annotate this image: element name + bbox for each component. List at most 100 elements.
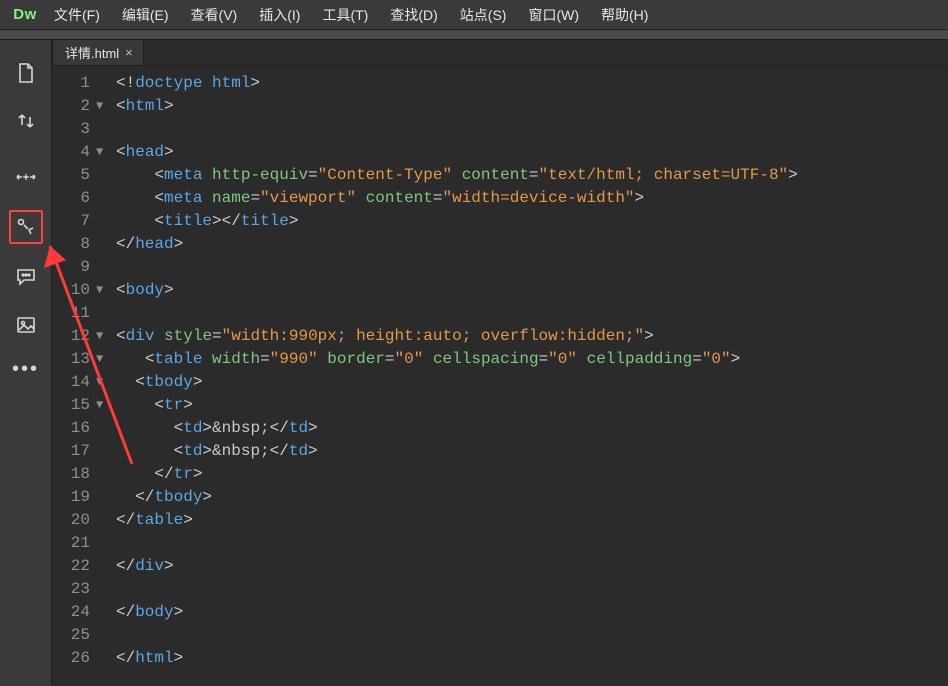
code-editor[interactable]: 1234567891011121314151617181920212223242…	[52, 66, 948, 686]
updown-arrows-icon[interactable]	[9, 106, 43, 136]
code-line[interactable]: <meta name="viewport" content="width=dev…	[116, 187, 948, 210]
code-line[interactable]: <title></title>	[116, 210, 948, 233]
tool-rail: •••	[0, 40, 52, 686]
fold-marker[interactable]: ▼	[96, 394, 114, 417]
line-number: 4	[52, 141, 92, 164]
line-number: 9	[52, 256, 92, 279]
line-number: 1	[52, 72, 92, 95]
line-number: 26	[52, 647, 92, 670]
fold-marker	[96, 440, 114, 463]
code-line[interactable]: </head>	[116, 233, 948, 256]
code-line[interactable]: </table>	[116, 509, 948, 532]
fold-marker[interactable]: ▼	[96, 371, 114, 394]
code-line[interactable]	[116, 532, 948, 555]
line-number: 11	[52, 302, 92, 325]
code-line[interactable]: </html>	[116, 647, 948, 670]
fold-marker	[96, 210, 114, 233]
code-line[interactable]: </body>	[116, 601, 948, 624]
menu-item[interactable]: 帮助(H)	[601, 5, 648, 25]
line-number: 14	[52, 371, 92, 394]
fold-marker	[96, 72, 114, 95]
code-line[interactable]	[116, 302, 948, 325]
app-logo: Dw	[0, 0, 50, 30]
menu-item[interactable]: 窗口(W)	[528, 5, 579, 25]
fold-column: ▼▼▼▼▼▼▼	[96, 66, 114, 686]
menu-item[interactable]: 站点(S)	[460, 5, 507, 25]
fold-marker	[96, 233, 114, 256]
image-icon[interactable]	[9, 310, 43, 340]
menu-item[interactable]: 编辑(E)	[122, 5, 169, 25]
code-line[interactable]: <tr>	[116, 394, 948, 417]
code-line[interactable]: </div>	[116, 555, 948, 578]
code-line[interactable]	[116, 624, 948, 647]
menu-item[interactable]: 查看(V)	[191, 5, 238, 25]
line-number: 22	[52, 555, 92, 578]
code-line[interactable]	[116, 118, 948, 141]
more-icon[interactable]: •••	[9, 358, 43, 380]
fold-marker[interactable]: ▼	[96, 325, 114, 348]
code-line[interactable]: <td>&nbsp;</td>	[116, 417, 948, 440]
code-line[interactable]: <table width="990" border="0" cellspacin…	[116, 348, 948, 371]
fold-marker	[96, 532, 114, 555]
menu-item[interactable]: 插入(I)	[259, 5, 300, 25]
fold-marker	[96, 578, 114, 601]
code-line[interactable]: <head>	[116, 141, 948, 164]
close-icon[interactable]: ×	[125, 46, 133, 59]
fold-marker[interactable]: ▼	[96, 348, 114, 371]
fold-marker	[96, 302, 114, 325]
menu-item[interactable]: 工具(T)	[322, 5, 368, 25]
chat-icon[interactable]	[9, 262, 43, 292]
line-number: 19	[52, 486, 92, 509]
code-line[interactable]: <tbody>	[116, 371, 948, 394]
line-number-gutter: 1234567891011121314151617181920212223242…	[52, 66, 96, 686]
code-line[interactable]	[116, 256, 948, 279]
main-menu: 文件(F) 编辑(E) 查看(V) 插入(I) 工具(T) 查找(D) 站点(S) 窗口(W)…	[50, 5, 648, 25]
line-number: 18	[52, 463, 92, 486]
file-tab[interactable]: 详情.html ×	[52, 39, 144, 65]
line-number: 5	[52, 164, 92, 187]
line-number: 3	[52, 118, 92, 141]
line-number: 23	[52, 578, 92, 601]
code-line[interactable]: <html>	[116, 95, 948, 118]
fold-marker	[96, 601, 114, 624]
line-number: 24	[52, 601, 92, 624]
line-number: 12	[52, 325, 92, 348]
line-number: 6	[52, 187, 92, 210]
line-number: 17	[52, 440, 92, 463]
fold-marker[interactable]: ▼	[96, 95, 114, 118]
menu-item[interactable]: 查找(D)	[390, 5, 437, 25]
menu-item[interactable]: 文件(F)	[54, 5, 100, 25]
line-number: 21	[52, 532, 92, 555]
line-number: 15	[52, 394, 92, 417]
code-line[interactable]: <body>	[116, 279, 948, 302]
distribute-icon-highlighted[interactable]	[9, 210, 43, 244]
line-number: 25	[52, 624, 92, 647]
line-number: 10	[52, 279, 92, 302]
menubar: Dw 文件(F) 编辑(E) 查看(V) 插入(I) 工具(T) 查找(D) 站点(S) 窗口…	[0, 0, 948, 30]
tab-filename: 详情.html	[65, 43, 119, 62]
code-line[interactable]: <!doctype html>	[116, 72, 948, 95]
fold-marker[interactable]: ▼	[96, 141, 114, 164]
code-line[interactable]	[116, 578, 948, 601]
code-line[interactable]: <meta http-equiv="Content-Type" content=…	[116, 164, 948, 187]
line-number: 16	[52, 417, 92, 440]
code-line[interactable]: <div style="width:990px; height:auto; ov…	[116, 325, 948, 348]
fold-marker	[96, 164, 114, 187]
line-number: 20	[52, 509, 92, 532]
file-icon[interactable]	[9, 58, 43, 88]
star-arrows-icon[interactable]	[9, 162, 43, 192]
code-area[interactable]: <!doctype html><html> <head> <meta http-…	[114, 66, 948, 686]
workspace: ••• 详情.html × 12345678910111213141516171…	[0, 40, 948, 686]
code-line[interactable]: <td>&nbsp;</td>	[116, 440, 948, 463]
fold-marker[interactable]: ▼	[96, 279, 114, 302]
line-number: 13	[52, 348, 92, 371]
line-number: 8	[52, 233, 92, 256]
code-line[interactable]: </tr>	[116, 463, 948, 486]
fold-marker	[96, 463, 114, 486]
fold-marker	[96, 647, 114, 670]
fold-marker	[96, 256, 114, 279]
code-line[interactable]: </tbody>	[116, 486, 948, 509]
fold-marker	[96, 555, 114, 578]
fold-marker	[96, 624, 114, 647]
fold-marker	[96, 417, 114, 440]
